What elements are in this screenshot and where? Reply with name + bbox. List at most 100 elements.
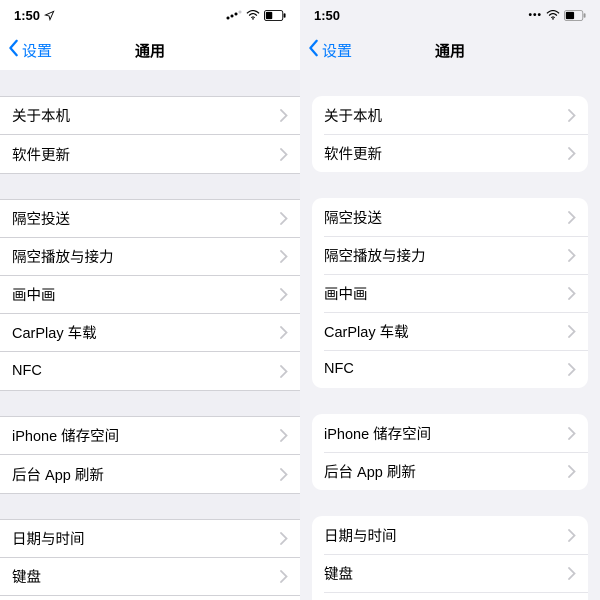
chevron-right-icon [568, 147, 576, 160]
row-label: 后台 App 刷新 [324, 461, 416, 482]
chevron-right-icon [280, 326, 288, 339]
nav-back-label: 设置 [322, 40, 352, 61]
chevron-right-icon [568, 109, 576, 122]
chevron-right-icon [280, 570, 288, 583]
chevron-right-icon [280, 468, 288, 481]
nav-bar: 设置 通用 [300, 30, 600, 70]
row-keyboard[interactable]: 键盘 [312, 554, 588, 592]
row-nfc[interactable]: NFC [312, 350, 588, 388]
row-airdrop[interactable]: 隔空投送 [312, 198, 588, 236]
status-time: 1:50 [14, 8, 40, 23]
row-software-update[interactable]: 软件更新 [312, 134, 588, 172]
row-date-time[interactable]: 日期与时间 [0, 520, 300, 558]
row-background-refresh[interactable]: 后台 App 刷新 [312, 452, 588, 490]
chevron-right-icon [280, 532, 288, 545]
chevron-right-icon [280, 109, 288, 122]
status-right: ••• [528, 10, 586, 21]
wifi-icon [246, 10, 260, 20]
chevron-right-icon [280, 429, 288, 442]
row-label: NFC [324, 361, 354, 377]
content-right: 关于本机 软件更新 隔空投送 隔空播放与接力 画中画 CarPlay 车载 NF… [300, 70, 600, 600]
row-date-time[interactable]: 日期与时间 [312, 516, 588, 554]
row-label: NFC [12, 363, 42, 379]
settings-group: 关于本机 软件更新 [0, 96, 300, 173]
row-iphone-storage[interactable]: iPhone 储存空间 [0, 417, 300, 455]
chevron-right-icon [568, 529, 576, 542]
chevron-right-icon [568, 287, 576, 300]
chevron-right-icon [280, 288, 288, 301]
wifi-icon [546, 10, 560, 20]
row-label: 软件更新 [324, 143, 382, 164]
row-label: 关于本机 [12, 105, 70, 126]
row-background-refresh[interactable]: 后台 App 刷新 [0, 455, 300, 493]
row-about[interactable]: 关于本机 [0, 97, 300, 135]
settings-group: 日期与时间 键盘 字体 [312, 516, 588, 600]
chevron-left-icon [308, 39, 320, 61]
nav-title: 通用 [435, 40, 465, 61]
row-label: 画中画 [324, 283, 368, 304]
row-fonts[interactable]: 字体 [0, 596, 300, 600]
ellipsis-icon: ••• [528, 10, 542, 21]
chevron-right-icon [568, 567, 576, 580]
settings-group: iPhone 储存空间 后台 App 刷新 [0, 416, 300, 493]
row-carplay[interactable]: CarPlay 车载 [0, 314, 300, 352]
row-label: 关于本机 [324, 105, 382, 126]
settings-group: 关于本机 软件更新 [312, 96, 588, 172]
row-pip[interactable]: 画中画 [0, 276, 300, 314]
panel-left-ios-flat: 1:50 设置 通用 关于本机 [0, 0, 300, 600]
status-bar: 1:50 ••• [300, 0, 600, 30]
row-label: 键盘 [12, 566, 41, 587]
row-label: 日期与时间 [12, 528, 85, 549]
location-icon [44, 10, 55, 21]
row-label: 软件更新 [12, 144, 70, 165]
status-time: 1:50 [314, 8, 340, 23]
chevron-right-icon [280, 148, 288, 161]
row-pip[interactable]: 画中画 [312, 274, 588, 312]
chevron-right-icon [280, 365, 288, 378]
chevron-right-icon [280, 250, 288, 263]
row-about[interactable]: 关于本机 [312, 96, 588, 134]
panel-right-ios-inset: 1:50 ••• 设置 通用 关于本机 软件更新 隔空投送 [300, 0, 600, 600]
row-label: 隔空播放与接力 [12, 246, 114, 267]
row-airdrop[interactable]: 隔空投送 [0, 200, 300, 238]
row-software-update[interactable]: 软件更新 [0, 135, 300, 173]
row-label: 隔空播放与接力 [324, 245, 426, 266]
nav-back-button[interactable]: 设置 [308, 39, 352, 61]
chevron-right-icon [568, 427, 576, 440]
chevron-right-icon [568, 325, 576, 338]
section-gap [0, 390, 300, 416]
nav-back-button[interactable]: 设置 [8, 39, 52, 61]
row-label: iPhone 储存空间 [324, 423, 431, 444]
section-gap [0, 70, 300, 96]
status-right [226, 10, 286, 21]
row-label: CarPlay 车载 [12, 322, 97, 343]
status-bar: 1:50 [0, 0, 300, 30]
row-airplay-handoff[interactable]: 隔空播放与接力 [312, 236, 588, 274]
nav-title: 通用 [135, 40, 165, 61]
settings-group: 隔空投送 隔空播放与接力 画中画 CarPlay 车载 NFC [312, 198, 588, 388]
content-left: 关于本机 软件更新 隔空投送 隔空播放与接力 画中画 CarPlay 车载 NF… [0, 70, 300, 600]
settings-group: 日期与时间 键盘 字体 语言与地区 [0, 519, 300, 600]
section-gap [0, 173, 300, 199]
row-label: iPhone 储存空间 [12, 425, 119, 446]
battery-icon [264, 10, 286, 21]
row-label: 隔空投送 [12, 208, 70, 229]
row-nfc[interactable]: NFC [0, 352, 300, 390]
section-gap [0, 493, 300, 519]
chevron-right-icon [568, 465, 576, 478]
row-label: 后台 App 刷新 [12, 464, 104, 485]
cellular-dots-icon [226, 10, 242, 20]
nav-bar: 设置 通用 [0, 30, 300, 70]
section-gap [300, 70, 600, 96]
row-fonts[interactable]: 字体 [312, 592, 588, 600]
row-carplay[interactable]: CarPlay 车载 [312, 312, 588, 350]
settings-group: iPhone 储存空间 后台 App 刷新 [312, 414, 588, 490]
chevron-right-icon [568, 363, 576, 376]
row-iphone-storage[interactable]: iPhone 储存空间 [312, 414, 588, 452]
row-airplay-handoff[interactable]: 隔空播放与接力 [0, 238, 300, 276]
row-keyboard[interactable]: 键盘 [0, 558, 300, 596]
row-label: 键盘 [324, 563, 353, 584]
chevron-right-icon [568, 211, 576, 224]
row-label: 隔空投送 [324, 207, 382, 228]
chevron-right-icon [568, 249, 576, 262]
